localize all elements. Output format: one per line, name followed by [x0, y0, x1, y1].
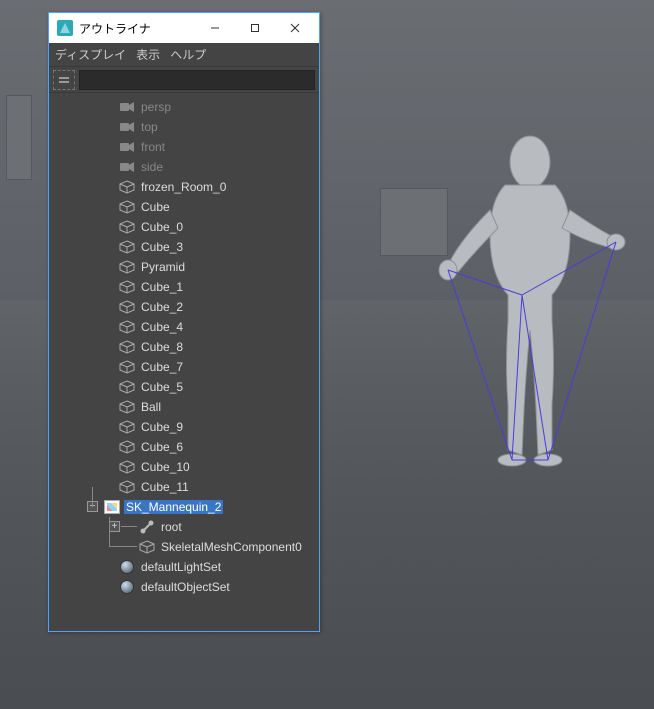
object-set-icon [119, 559, 135, 575]
maya-app-icon [57, 20, 73, 36]
node-label: root [159, 520, 184, 534]
mesh-node-Cube_6[interactable]: Cube_6 [49, 437, 319, 457]
node-label: Pyramid [139, 260, 187, 274]
mesh-icon [119, 319, 135, 335]
expand-toggle[interactable]: + [109, 521, 120, 532]
window-title: アウトライナ [79, 20, 151, 37]
close-button[interactable] [275, 14, 315, 42]
mesh-icon [119, 239, 135, 255]
mesh-icon [119, 439, 135, 455]
mesh-node-Cube_3[interactable]: Cube_3 [49, 237, 319, 257]
node-label: SK_Mannequin_2 [124, 500, 223, 514]
mesh-node-Cube_11[interactable]: Cube_11 [49, 477, 319, 497]
node-label: Cube_11 [139, 480, 191, 494]
mesh-icon [139, 539, 155, 555]
node-label: Cube_9 [139, 420, 185, 434]
menu-show[interactable]: 表示 [136, 46, 160, 63]
node-label: SkeletalMeshComponent0 [159, 540, 304, 554]
skeletal-node[interactable]: SK_Mannequin_2− [49, 497, 319, 517]
mesh-node-Cube_1[interactable]: Cube_1 [49, 277, 319, 297]
node-label: top [139, 120, 160, 134]
search-input[interactable] [79, 70, 315, 90]
node-label: persp [139, 100, 173, 114]
node-label: Cube_6 [139, 440, 185, 454]
camera-node-side[interactable]: side [49, 157, 319, 177]
camera-node-top[interactable]: top [49, 117, 319, 137]
menu-help[interactable]: ヘルプ [170, 46, 206, 63]
mesh-icon [119, 199, 135, 215]
mesh-node-Pyramid[interactable]: Pyramid [49, 257, 319, 277]
mesh-node-Cube_10[interactable]: Cube_10 [49, 457, 319, 477]
camera-icon [119, 159, 135, 175]
node-label: Cube_1 [139, 280, 185, 294]
mesh-node-Cube_2[interactable]: Cube_2 [49, 297, 319, 317]
node-label: defaultLightSet [139, 560, 223, 574]
node-label: Cube_3 [139, 240, 185, 254]
mesh-node-Ball[interactable]: Ball [49, 397, 319, 417]
node-label: Cube_4 [139, 320, 185, 334]
search-mode-icon[interactable] [53, 70, 75, 90]
mesh-node-Cube[interactable]: Cube [49, 197, 319, 217]
mesh-icon [119, 419, 135, 435]
scene-mannequin [430, 120, 630, 480]
mesh-icon [119, 459, 135, 475]
node-label: side [139, 160, 165, 174]
search-bar [49, 67, 319, 93]
node-label: Cube_10 [139, 460, 192, 474]
mesh-node-frozen_Room_0[interactable]: frozen_Room_0 [49, 177, 319, 197]
node-label: Cube_8 [139, 340, 185, 354]
skeletal-mesh-icon [104, 499, 120, 515]
joint-icon [139, 519, 155, 535]
camera-icon [119, 119, 135, 135]
joint-root-node[interactable]: root + [49, 517, 319, 537]
mesh-icon [119, 379, 135, 395]
mesh-node-Cube_7[interactable]: Cube_7 [49, 357, 319, 377]
menu-display[interactable]: ディスプレイ [55, 46, 126, 63]
node-label: Ball [139, 400, 163, 414]
skeletal-component-node[interactable]: SkeletalMeshComponent0 [49, 537, 319, 557]
menubar: ディスプレイ 表示 ヘルプ [49, 43, 319, 67]
node-label: Cube_5 [139, 380, 185, 394]
default-object-set-node[interactable]: defaultObjectSet [49, 577, 319, 597]
mesh-icon [119, 259, 135, 275]
mesh-icon [119, 279, 135, 295]
mesh-icon [119, 479, 135, 495]
mesh-icon [119, 339, 135, 355]
object-set-icon [119, 579, 135, 595]
default-light-set-node[interactable]: defaultLightSet [49, 557, 319, 577]
mesh-node-Cube_8[interactable]: Cube_8 [49, 337, 319, 357]
maximize-button[interactable] [235, 14, 275, 42]
mesh-icon [119, 219, 135, 235]
node-label: Cube [139, 200, 172, 214]
camera-node-persp[interactable]: persp [49, 97, 319, 117]
camera-node-front[interactable]: front [49, 137, 319, 157]
camera-icon [119, 99, 135, 115]
mesh-node-Cube_4[interactable]: Cube_4 [49, 317, 319, 337]
outliner-window: アウトライナ ディスプレイ 表示 ヘルプ persp top front side fr… [48, 12, 320, 632]
mesh-node-Cube_0[interactable]: Cube_0 [49, 217, 319, 237]
minimize-button[interactable] [195, 14, 235, 42]
mesh-node-Cube_5[interactable]: Cube_5 [49, 377, 319, 397]
outliner-tree[interactable]: persp top front side frozen_Room_0 Cube Cube_0… [49, 93, 319, 631]
node-label: front [139, 140, 167, 154]
node-label: defaultObjectSet [139, 580, 232, 594]
mesh-node-Cube_9[interactable]: Cube_9 [49, 417, 319, 437]
scene-wall [6, 95, 32, 180]
mesh-icon [119, 359, 135, 375]
mesh-icon [119, 179, 135, 195]
node-label: Cube_7 [139, 360, 185, 374]
node-label: Cube_0 [139, 220, 185, 234]
camera-icon [119, 139, 135, 155]
node-label: Cube_2 [139, 300, 185, 314]
node-label: frozen_Room_0 [139, 180, 228, 194]
mesh-icon [119, 399, 135, 415]
mesh-icon [119, 299, 135, 315]
titlebar[interactable]: アウトライナ [49, 13, 319, 43]
